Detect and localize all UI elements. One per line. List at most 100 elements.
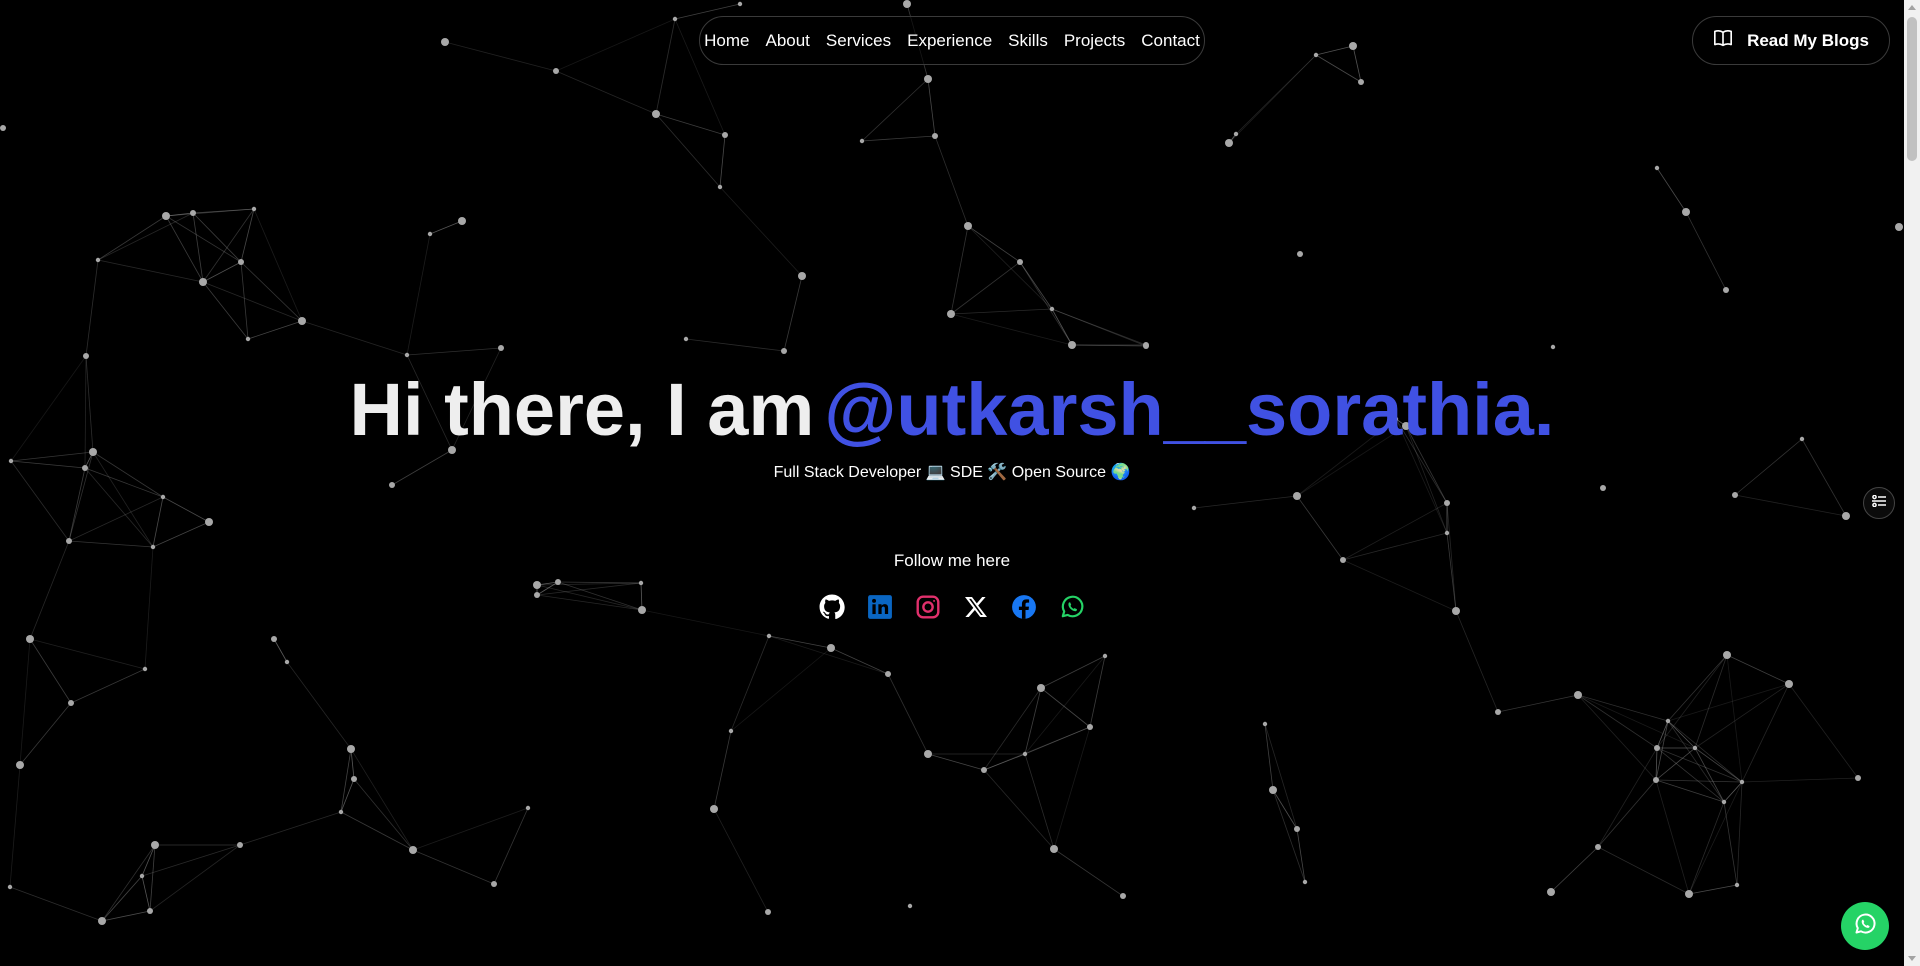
particle-node <box>1225 139 1233 147</box>
nav-contact[interactable]: Contact <box>1141 31 1200 51</box>
nav-skills[interactable]: Skills <box>1008 31 1048 51</box>
particle-node <box>441 38 449 46</box>
particle-link <box>967 225 1053 310</box>
particle-link <box>927 78 936 137</box>
particle-link <box>1272 789 1298 830</box>
particle-node <box>1600 485 1606 491</box>
particle-node <box>190 210 196 216</box>
particle-link <box>555 18 676 72</box>
particle-node <box>351 776 357 782</box>
particle-node <box>1734 882 1740 888</box>
particle-link <box>101 844 156 922</box>
instagram-icon[interactable] <box>915 594 941 620</box>
particle-node <box>7 884 13 890</box>
particle-link <box>713 730 732 810</box>
particle-link <box>253 208 303 322</box>
linkedin-icon[interactable] <box>867 594 893 620</box>
particle-node <box>652 110 660 118</box>
whatsapp-icon[interactable] <box>1059 594 1085 620</box>
scroll-down-arrow-icon[interactable] <box>1908 956 1916 961</box>
particle-link <box>1497 694 1579 713</box>
scrollbar-thumb[interactable] <box>1907 17 1917 161</box>
github-icon[interactable] <box>819 594 845 620</box>
particle-link <box>192 208 255 214</box>
nav-about[interactable]: About <box>765 31 809 51</box>
particle-link <box>713 808 769 913</box>
side-menu-toggle[interactable] <box>1863 487 1895 519</box>
particle-link <box>1315 54 1362 83</box>
particle-node <box>1302 879 1308 885</box>
particle-link <box>97 215 167 261</box>
particle-link <box>1788 683 1859 779</box>
particle-node <box>525 805 531 811</box>
particle-link <box>1694 654 1728 749</box>
particle-node <box>1358 79 1364 85</box>
particle-link <box>967 225 1021 263</box>
particle-node <box>1349 42 1357 50</box>
particle-link <box>240 261 303 322</box>
book-open-icon <box>1713 29 1733 52</box>
particle-node <box>1068 341 1076 349</box>
particle-node <box>1022 751 1028 757</box>
particle-node <box>1842 512 1850 520</box>
page-scrollbar[interactable] <box>1904 0 1920 966</box>
particle-link <box>685 338 785 352</box>
particle-node <box>498 345 504 351</box>
settings-list-icon <box>1871 494 1887 512</box>
particle-node <box>1595 844 1601 850</box>
particle-node <box>885 671 891 677</box>
particle-link <box>239 811 342 846</box>
whatsapp-chat-button[interactable] <box>1841 902 1889 950</box>
particle-link <box>493 807 529 885</box>
particle-link <box>1040 655 1106 689</box>
particle-node <box>722 132 728 138</box>
particle-node <box>728 728 734 734</box>
particle-node <box>981 767 987 773</box>
particle-link <box>887 673 929 755</box>
particle-link <box>730 647 832 732</box>
particle-node <box>932 133 938 139</box>
particle-link <box>1685 211 1727 291</box>
particle-link <box>655 18 676 115</box>
particle-node <box>1269 786 1277 794</box>
particle-link <box>950 225 969 315</box>
particle-node <box>83 353 89 359</box>
facebook-icon[interactable] <box>1011 594 1037 620</box>
particle-node <box>1692 745 1698 751</box>
particle-link <box>1734 494 1847 517</box>
particle-link <box>1736 781 1743 886</box>
particle-node <box>68 700 74 706</box>
particle-link <box>9 886 103 922</box>
particle-node <box>1017 259 1023 265</box>
particle-link <box>1051 308 1073 346</box>
read-blogs-button[interactable]: Read My Blogs <box>1692 16 1890 65</box>
particle-node <box>1120 893 1126 899</box>
x-icon[interactable] <box>963 594 989 620</box>
particle-link <box>1656 654 1728 749</box>
nav-services[interactable]: Services <box>826 31 891 51</box>
particle-node <box>1262 721 1268 727</box>
particle-node <box>947 310 955 318</box>
particle-node <box>338 809 344 815</box>
particle-node <box>1037 684 1045 692</box>
particle-node <box>555 579 561 585</box>
particle-node <box>1294 826 1300 832</box>
particle-link <box>149 844 241 912</box>
nav-experience[interactable]: Experience <box>907 31 992 51</box>
particle-link <box>1352 45 1362 83</box>
scroll-up-arrow-icon[interactable] <box>1908 5 1916 10</box>
particle-link <box>934 135 969 227</box>
particle-link <box>1264 723 1274 791</box>
particle-link <box>1741 683 1790 783</box>
particle-node <box>251 206 257 212</box>
particle-link <box>983 687 1042 771</box>
particle-link <box>768 635 889 675</box>
particle-link <box>861 135 936 142</box>
particle-link <box>1550 846 1599 893</box>
main-navigation: Home About Services Experience Skills Pr… <box>699 16 1205 65</box>
particle-link <box>1688 801 1725 895</box>
particle-link <box>1053 726 1091 850</box>
nav-projects[interactable]: Projects <box>1064 31 1125 51</box>
nav-home[interactable]: Home <box>704 31 749 51</box>
particle-link <box>1667 720 1725 803</box>
